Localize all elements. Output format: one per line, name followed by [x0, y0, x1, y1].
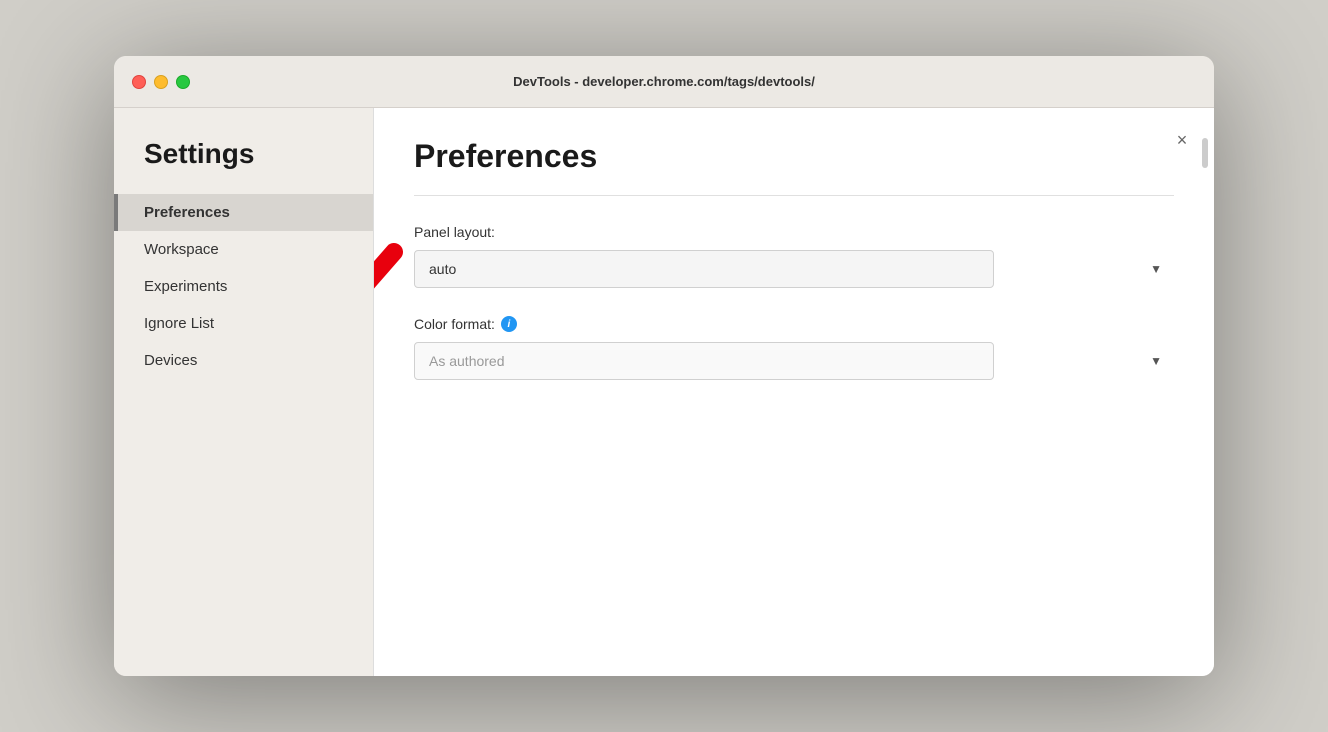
panel-layout-label: Panel layout: — [414, 224, 1174, 240]
window-wrapper: DevTools - developer.chrome.com/tags/dev… — [114, 56, 1214, 676]
sidebar-item-workspace[interactable]: Workspace — [114, 231, 373, 268]
color-format-info-icon[interactable]: i — [501, 316, 517, 332]
panel-title: Preferences — [414, 138, 1174, 175]
scrollbar-track[interactable] — [1202, 138, 1208, 338]
color-format-select[interactable]: As authored HEX RGB HSL — [414, 342, 994, 380]
settings-heading: Settings — [114, 138, 373, 194]
window-title: DevTools - developer.chrome.com/tags/dev… — [513, 74, 815, 89]
close-button[interactable]: × — [1170, 128, 1194, 152]
color-format-label: Color format: i — [414, 316, 1174, 332]
content-area: Settings Preferences Workspace Experimen… — [114, 108, 1214, 676]
close-traffic-light[interactable] — [132, 75, 146, 89]
sidebar-item-experiments[interactable]: Experiments — [114, 268, 373, 305]
window: DevTools - developer.chrome.com/tags/dev… — [114, 56, 1214, 676]
sidebar-item-preferences[interactable]: Preferences — [114, 194, 373, 231]
scrollbar-thumb — [1202, 138, 1208, 168]
color-format-select-wrapper: As authored HEX RGB HSL ▼ — [414, 342, 1174, 380]
color-format-chevron-icon: ▼ — [1150, 354, 1162, 368]
traffic-lights — [132, 75, 190, 89]
panel-layout-chevron-icon: ▼ — [1150, 262, 1162, 276]
titlebar: DevTools - developer.chrome.com/tags/dev… — [114, 56, 1214, 108]
sidebar-item-ignore-list[interactable]: Ignore List — [114, 305, 373, 342]
panel-divider — [414, 195, 1174, 196]
panel-layout-select-wrapper: auto horizontal vertical ▼ — [414, 250, 1174, 288]
sidebar: Settings Preferences Workspace Experimen… — [114, 108, 374, 676]
sidebar-item-devices[interactable]: Devices — [114, 342, 373, 379]
main-panel: × Preferences Panel layout: auto horizon… — [374, 108, 1214, 676]
minimize-traffic-light[interactable] — [154, 75, 168, 89]
panel-layout-select[interactable]: auto horizontal vertical — [414, 250, 994, 288]
maximize-traffic-light[interactable] — [176, 75, 190, 89]
